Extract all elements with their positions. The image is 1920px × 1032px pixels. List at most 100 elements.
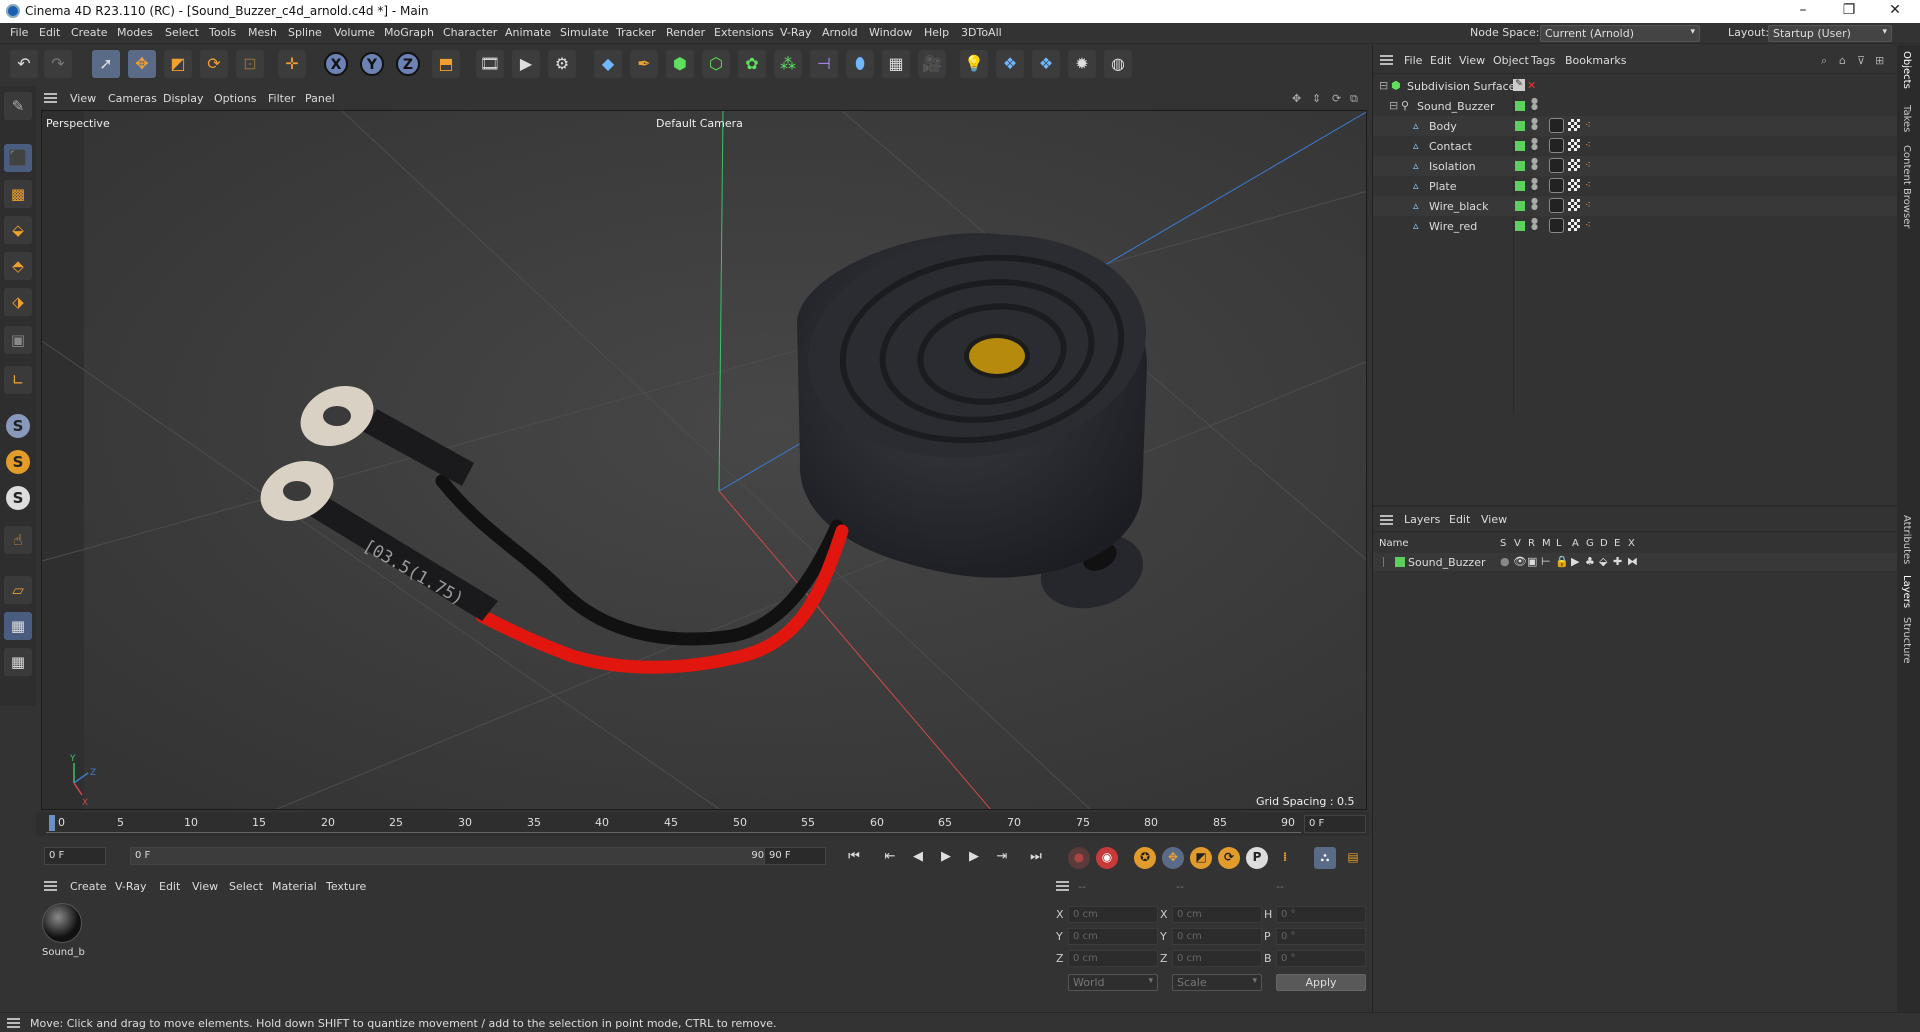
material-menu-texture[interactable]: Texture <box>326 880 366 893</box>
coord-size-y-field[interactable]: 0 cm <box>1172 928 1262 945</box>
layers-menu-layers[interactable]: Layers <box>1404 513 1440 526</box>
transform-tool-icon[interactable]: ✛ <box>278 50 306 78</box>
material-menu-view[interactable]: View <box>192 880 218 893</box>
point-mode-icon[interactable]: ⬙ <box>4 216 32 244</box>
coord-pos-y-field[interactable]: 0 cm <box>1068 928 1158 945</box>
edit-toggle-icon[interactable]: ✎ <box>1513 79 1525 91</box>
disabled-x-icon[interactable]: ✕ <box>1527 79 1539 92</box>
mograph-icon[interactable]: ⁂ <box>774 50 802 78</box>
material-menu-select[interactable]: Select <box>229 880 263 893</box>
floor-icon[interactable]: ▦ <box>882 50 910 78</box>
tab-layers[interactable]: Layers <box>1901 575 1912 608</box>
viewport-menu-display[interactable]: Display <box>163 92 204 105</box>
light-icon[interactable]: 💡 <box>960 50 988 78</box>
menu-mograph[interactable]: MoGraph <box>384 26 434 39</box>
selection-tag-icon[interactable]: ⁖ <box>1585 200 1595 212</box>
phong-tag-icon[interactable] <box>1549 178 1564 193</box>
extrude-icon[interactable]: ⬡ <box>702 50 730 78</box>
viewport-menu-panel[interactable]: Panel <box>305 92 335 105</box>
viewport-menu-filter[interactable]: Filter <box>268 92 295 105</box>
play-icon[interactable]: ▶ <box>936 847 956 867</box>
timeline-layout-icon[interactable]: ▤ <box>1342 847 1364 869</box>
camera-name-label[interactable]: Default Camera <box>656 117 743 130</box>
new-window-icon[interactable]: ⊞ <box>1875 54 1884 67</box>
deformer-icon[interactable]: ⊣ <box>810 50 838 78</box>
menu-3dtoall[interactable]: 3DToAll <box>961 26 1002 39</box>
object-row-body[interactable]: ▵ Body ● ● ⁖ <box>1373 116 1897 136</box>
node-space-dropdown[interactable]: Current (Arnold) ▾ <box>1540 25 1700 42</box>
workplane-icon[interactable]: ▱ <box>4 576 32 604</box>
menu-spline[interactable]: Spline <box>288 26 322 39</box>
layer-deformer-icon[interactable]: ⬙ <box>1599 555 1607 568</box>
visibility-dots-icon[interactable]: ● ● <box>1531 97 1538 113</box>
layer-color-icon[interactable] <box>1515 121 1525 131</box>
material-menu-material[interactable]: Material <box>272 880 317 893</box>
locked-workplane-icon[interactable]: ▦ <box>4 648 32 676</box>
snap-icon[interactable]: S <box>6 414 30 438</box>
material-tag-icon[interactable] <box>1568 159 1580 171</box>
menu-mesh[interactable]: Mesh <box>248 26 277 39</box>
collapse-icon[interactable]: ⊟ <box>1379 79 1391 92</box>
camera-icon[interactable]: 🎥 <box>918 50 946 78</box>
workplane-snap-icon[interactable]: S <box>6 486 30 510</box>
coord-space-dropdown[interactable]: World ▾ <box>1068 974 1158 991</box>
om-menu-view[interactable]: View <box>1459 54 1485 67</box>
menu-file[interactable]: File <box>10 26 28 39</box>
visibility-dots-icon[interactable]: ● ● <box>1531 117 1538 133</box>
3d-viewport[interactable]: [03.5(1.75) Y Z X Perspective Default Ca… <box>41 110 1367 810</box>
layer-render-icon[interactable]: ▣ <box>1527 555 1537 568</box>
phong-tag-icon[interactable] <box>1549 158 1564 173</box>
selection-tag-icon[interactable]: ⁖ <box>1585 220 1595 232</box>
search-icon[interactable]: ⌕ <box>1821 54 1827 68</box>
phong-tag-icon[interactable] <box>1549 138 1564 153</box>
coord-size-x-field[interactable]: 0 cm <box>1172 906 1262 923</box>
material-swatch[interactable]: Sound_b <box>42 903 85 961</box>
menu-simulate[interactable]: Simulate <box>560 26 609 39</box>
recent-tool-icon[interactable]: ⊡ <box>236 50 264 78</box>
object-row-plate[interactable]: ▵ Plate ● ● ⁖ <box>1373 176 1897 196</box>
globe-icon[interactable]: ◍ <box>1104 50 1132 78</box>
coord-rot-p-field[interactable]: 0 ° <box>1276 928 1366 945</box>
layer-color-icon[interactable] <box>1515 221 1525 231</box>
menu-animate[interactable]: Animate <box>505 26 551 39</box>
viewport-zoom-icon[interactable]: ⇕ <box>1312 92 1321 105</box>
edge-mode-icon[interactable]: ⬘ <box>4 252 32 280</box>
filter-icon[interactable]: ⊽ <box>1857 54 1865 67</box>
coord-pos-x-field[interactable]: 0 cm <box>1068 906 1158 923</box>
material-menu-vray[interactable]: V-Ray <box>115 880 147 893</box>
layers-menu-view[interactable]: View <box>1481 513 1507 526</box>
cube-icon[interactable]: ◆ <box>594 50 622 78</box>
layer-animation-icon[interactable]: ▶ <box>1571 555 1579 568</box>
polygon-mode-icon[interactable]: ⬗ <box>4 288 32 316</box>
uv-mode-icon[interactable]: ▣ <box>4 326 32 354</box>
pen-spline-icon[interactable]: ✒ <box>630 50 658 78</box>
layer-xref-icon[interactable]: ⧓ <box>1627 555 1638 568</box>
tweak-mode-icon[interactable]: ☝ <box>4 526 32 554</box>
visibility-dots-icon[interactable]: ● ● <box>1531 217 1538 233</box>
subdivision-icon[interactable]: ⬢ <box>666 50 694 78</box>
model-mode-icon[interactable]: ⬛ <box>4 144 32 172</box>
minimize-button[interactable]: – <box>1780 0 1826 23</box>
move-tool-icon[interactable]: ✥ <box>128 50 156 78</box>
x-axis-lock-button[interactable]: X <box>324 52 348 76</box>
selection-tag-icon[interactable]: ⁖ <box>1585 140 1595 152</box>
menu-select[interactable]: Select <box>165 26 199 39</box>
layer-visible-icon[interactable]: 👁 <box>1513 555 1527 568</box>
phong-tag-icon[interactable] <box>1549 218 1564 233</box>
menu-render[interactable]: Render <box>666 26 705 39</box>
python-icon[interactable]: ❖ <box>996 50 1024 78</box>
current-frame-field[interactable]: 0 F <box>1304 815 1366 833</box>
material-tag-icon[interactable] <box>1568 179 1580 191</box>
layer-color-icon[interactable] <box>1515 161 1525 171</box>
selection-tag-icon[interactable]: ⁖ <box>1585 120 1595 132</box>
prev-key-icon[interactable]: ⇤ <box>880 847 900 867</box>
undo-icon[interactable]: ↶ <box>10 50 38 78</box>
render-picture-viewer-icon[interactable]: ▶ <box>512 50 540 78</box>
tab-content-browser[interactable]: Content Browser <box>1901 145 1912 228</box>
menu-edit[interactable]: Edit <box>39 26 60 39</box>
object-row-wire-black[interactable]: ▵ Wire_black ● ● ⁖ <box>1373 196 1897 216</box>
axis-mode-icon[interactable]: ∟ <box>4 366 32 394</box>
key-parameter-icon[interactable]: P <box>1246 847 1268 869</box>
layer-generator-icon[interactable]: ♣ <box>1585 555 1595 568</box>
tab-structure[interactable]: Structure <box>1901 617 1912 664</box>
